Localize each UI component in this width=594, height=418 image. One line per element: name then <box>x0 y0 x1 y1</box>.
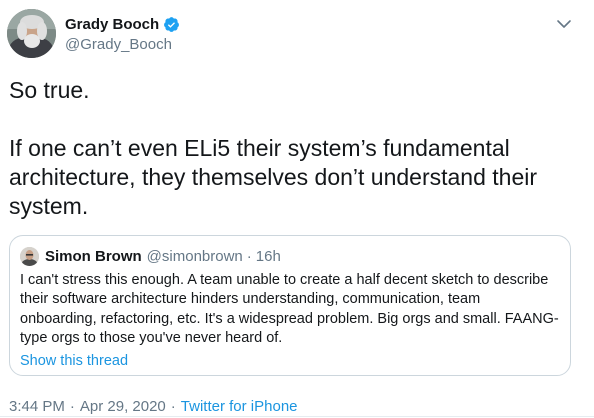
author-display-name[interactable]: Grady Booch <box>65 16 159 33</box>
author-handle[interactable]: @Grady_Booch <box>65 36 172 53</box>
author-name-row[interactable]: Grady Booch <box>65 14 180 34</box>
verified-badge-icon <box>164 16 180 32</box>
tweet-paragraph: So true. <box>9 77 90 103</box>
tweet-paragraph: If one can’t even ELi5 their system’s fu… <box>9 135 538 219</box>
chevron-down-icon <box>557 20 571 28</box>
tweet-date[interactable]: Apr 29, 2020 <box>80 398 166 415</box>
tweet-text: So true. If one can’t even ELi5 their sy… <box>9 76 569 221</box>
quoted-tweet-header: Simon Brown @simonbrown · 16h <box>20 246 281 266</box>
quoted-author-name[interactable]: Simon Brown <box>45 248 142 265</box>
separator-dot: · <box>246 247 252 265</box>
quoted-tweet-card[interactable]: Simon Brown @simonbrown · 16h I can't st… <box>9 235 571 376</box>
tweet-time[interactable]: 3:44 PM <box>9 398 65 415</box>
divider <box>0 416 594 417</box>
avatar-photo-icon <box>7 9 56 58</box>
author-avatar[interactable] <box>7 9 56 58</box>
separator-dot: · <box>170 398 176 415</box>
more-options-button[interactable] <box>554 14 574 34</box>
quoted-author-handle[interactable]: @simonbrown <box>147 248 243 265</box>
quoted-author-avatar[interactable] <box>20 246 39 266</box>
quoted-tweet-text: I can't stress this enough. A team unabl… <box>20 272 559 346</box>
show-thread-link[interactable]: Show this thread <box>20 352 128 371</box>
separator-dot: · <box>69 398 75 415</box>
quoted-tweet-time[interactable]: 16h <box>256 248 281 265</box>
tweet-meta: 3:44 PM · Apr 29, 2020 · Twitter for iPh… <box>9 398 298 415</box>
tweet-source-link[interactable]: Twitter for iPhone <box>181 398 298 415</box>
avatar-photo-icon <box>20 246 39 266</box>
